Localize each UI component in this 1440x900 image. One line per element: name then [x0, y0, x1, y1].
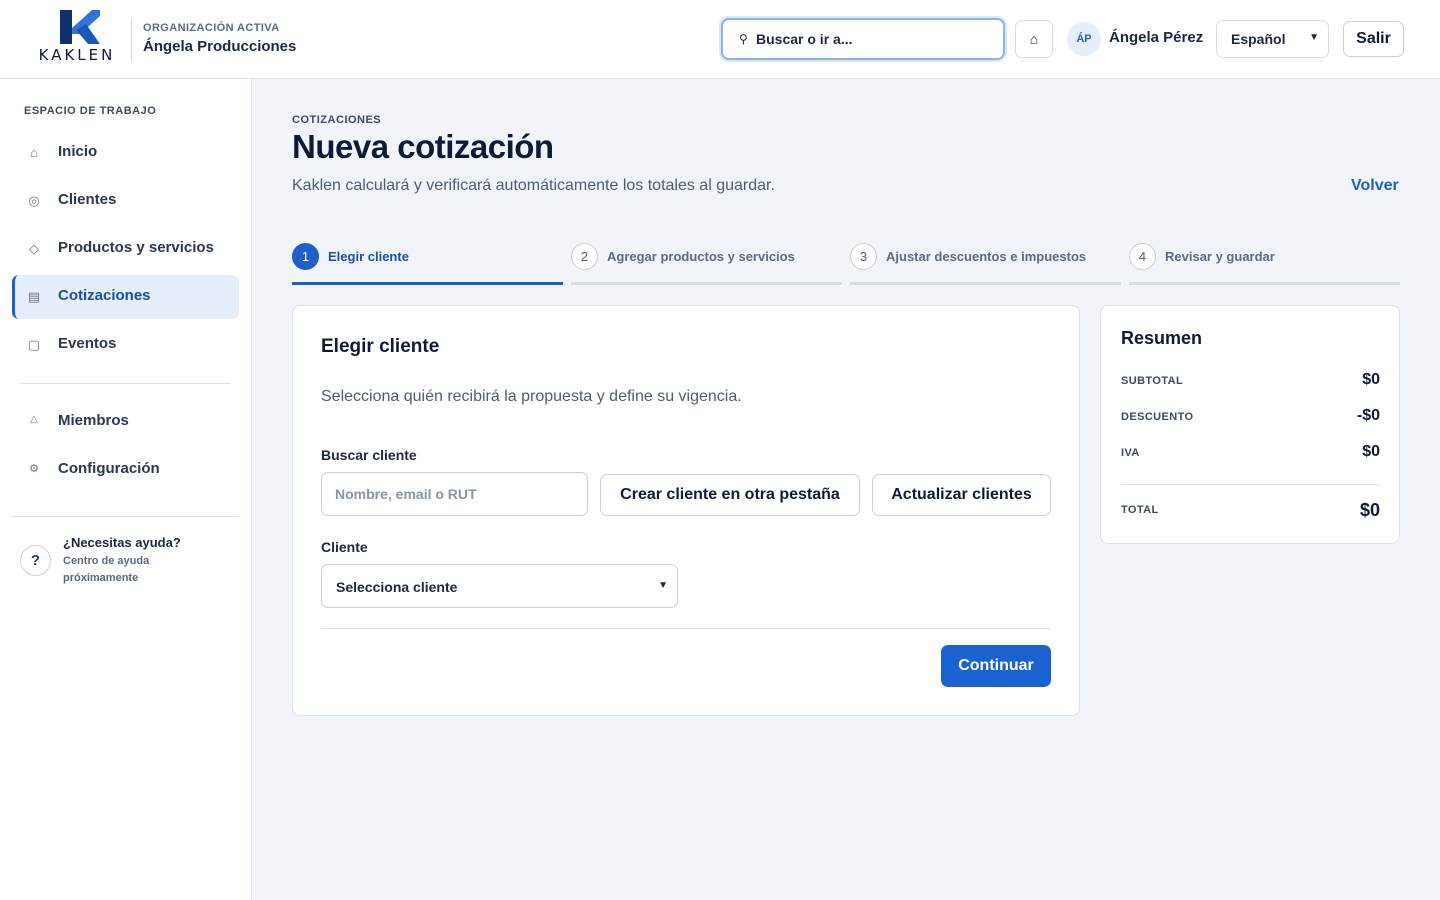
- form-divider: [321, 628, 1051, 629]
- sidebar-item-label: Configuración: [58, 460, 160, 477]
- page-title: Nueva cotización: [292, 128, 554, 165]
- sidebar-item-label: Cotizaciones: [58, 287, 151, 304]
- avatar[interactable]: ÁP: [1067, 22, 1101, 56]
- settings-icon: ⚙: [29, 463, 39, 475]
- continue-button[interactable]: Continuar: [941, 645, 1051, 687]
- step-label: Revisar y guardar: [1165, 249, 1275, 264]
- summary-label: SUBTOTAL: [1121, 375, 1184, 387]
- sidebar-item-label: Miembros: [58, 412, 129, 429]
- step-number: 1: [292, 243, 319, 270]
- clients-icon: ◎: [28, 193, 40, 208]
- client-form-card: Elegir cliente Selecciona quién recibirá…: [292, 305, 1080, 716]
- step-elegir-cliente[interactable]: 1 Elegir cliente: [292, 242, 563, 285]
- sidebar-item-miembros[interactable]: △ Miembros: [12, 400, 239, 444]
- chevron-down-icon: ▼: [658, 580, 668, 591]
- sidebar-item-label: Productos y servicios: [58, 239, 214, 256]
- kaklen-logo[interactable]: KAKLEN: [36, 8, 118, 64]
- org-name[interactable]: Ángela Producciones: [143, 38, 296, 55]
- step-label: Ajustar descuentos e impuestos: [886, 249, 1087, 264]
- form-description: Selecciona quién recibirá la propuesta y…: [321, 388, 742, 405]
- sidebar-item-cotizaciones[interactable]: ▤ Cotizaciones: [12, 275, 239, 319]
- summary-value: $0: [1362, 443, 1380, 460]
- sidebar: ESPACIO DE TRABAJO ⌂ Inicio ◎ Clientes ◇…: [0, 79, 252, 900]
- summary-row-iva: IVA $0: [1121, 443, 1380, 463]
- home-icon: ⌂: [1029, 31, 1039, 47]
- step-agregar-productos[interactable]: 2 Agregar productos y servicios: [571, 242, 842, 285]
- language-select[interactable]: Español ▼: [1216, 20, 1329, 58]
- brand-name: KAKLEN: [38, 46, 116, 64]
- summary-row-descuento: DESCUENTO -$0: [1121, 407, 1380, 427]
- summary-total-value: $0: [1359, 500, 1380, 520]
- sidebar-item-productos[interactable]: ◇ Productos y servicios: [12, 227, 239, 271]
- page-description: Kaklen calculará y verificará automática…: [292, 177, 775, 194]
- step-number: 4: [1129, 243, 1156, 270]
- create-client-button[interactable]: Crear cliente en otra pestaña: [600, 474, 860, 516]
- sidebar-divider: [20, 383, 231, 384]
- help-icon[interactable]: ?: [20, 545, 51, 576]
- summary-label: IVA: [1121, 447, 1140, 459]
- home-icon: ⌂: [30, 145, 38, 160]
- summary-divider: [1121, 484, 1380, 485]
- form-title: Elegir cliente: [321, 336, 440, 357]
- global-search[interactable]: ⚲ Buscar o ir a...: [721, 18, 1005, 60]
- search-icon: ⚲: [739, 32, 748, 46]
- breadcrumb: COTIZACIONES: [292, 114, 382, 126]
- sidebar-item-clientes[interactable]: ◎ Clientes: [12, 179, 239, 223]
- client-select[interactable]: Selecciona cliente ▼: [321, 564, 678, 608]
- sidebar-item-configuracion[interactable]: ⚙ Configuración: [12, 448, 239, 492]
- header-divider: [131, 18, 132, 62]
- help-title: ¿Necesitas ayuda?: [63, 535, 181, 550]
- events-icon: ▢: [27, 337, 41, 352]
- step-label: Agregar productos y servicios: [607, 249, 795, 264]
- client-search-input[interactable]: [321, 472, 588, 516]
- sidebar-item-label: Eventos: [58, 335, 117, 352]
- workspace-label: ESPACIO DE TRABAJO: [24, 105, 157, 117]
- search-label: Buscar o ir a...: [756, 31, 853, 47]
- home-button[interactable]: ⌂: [1015, 20, 1053, 58]
- back-link[interactable]: Volver: [1351, 177, 1399, 195]
- client-label: Cliente: [321, 539, 368, 555]
- user-name: Ángela Pérez: [1109, 29, 1204, 46]
- sidebar-item-eventos[interactable]: ▢ Eventos: [12, 323, 239, 367]
- quotes-icon: ▤: [27, 289, 41, 304]
- summary-row-total: TOTAL $0: [1121, 500, 1380, 520]
- kaklen-logo-mark: [36, 8, 118, 48]
- sidebar-item-label: Inicio: [58, 143, 98, 160]
- org-label: ORGANIZACIÓN ACTIVA: [143, 22, 280, 34]
- step-number: 2: [571, 243, 598, 270]
- step-label: Elegir cliente: [328, 249, 409, 264]
- summary-value: $0: [1362, 371, 1380, 388]
- step-number: 3: [850, 243, 877, 270]
- summary-total-label: TOTAL: [1121, 504, 1159, 516]
- summary-title: Resumen: [1121, 328, 1203, 348]
- summary-label: DESCUENTO: [1121, 411, 1194, 423]
- summary-value: -$0: [1356, 407, 1380, 424]
- refresh-clients-button[interactable]: Actualizar clientes: [872, 474, 1051, 516]
- members-icon: △: [30, 414, 38, 425]
- chevron-down-icon: ▼: [1309, 32, 1319, 43]
- sidebar-item-inicio[interactable]: ⌂ Inicio: [12, 131, 239, 175]
- step-revisar-guardar[interactable]: 4 Revisar y guardar: [1129, 242, 1400, 285]
- language-value: Español: [1231, 31, 1286, 47]
- client-select-value: Selecciona cliente: [336, 579, 458, 595]
- search-client-label: Buscar cliente: [321, 447, 417, 463]
- help-subtitle: Centro de ayuda próximamente: [63, 555, 150, 584]
- products-icon: ◇: [29, 241, 39, 256]
- sidebar-divider: [11, 516, 239, 517]
- sidebar-item-label: Clientes: [58, 191, 117, 208]
- top-header: KAKLEN ORGANIZACIÓN ACTIVA Ángela Produc…: [0, 0, 1440, 79]
- logout-button[interactable]: Salir: [1343, 21, 1404, 57]
- summary-row-subtotal: SUBTOTAL $0: [1121, 371, 1380, 391]
- summary-card: Resumen SUBTOTAL $0 DESCUENTO -$0 IVA $0…: [1100, 305, 1400, 544]
- step-ajustar-descuentos[interactable]: 3 Ajustar descuentos e impuestos: [850, 242, 1121, 285]
